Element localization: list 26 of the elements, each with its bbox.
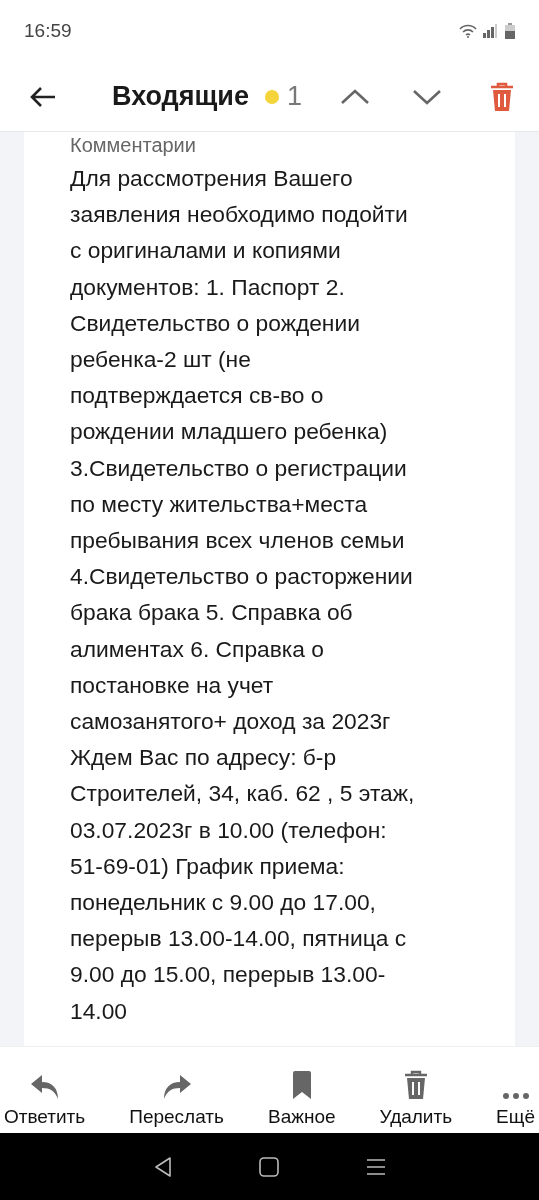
battery-icon	[505, 23, 515, 39]
trash-icon	[403, 1070, 428, 1100]
home-nav-icon[interactable]	[259, 1156, 280, 1177]
trash-icon[interactable]	[489, 81, 515, 112]
folder-title: Входящие	[112, 81, 249, 112]
action-button[interactable]: Ответить	[4, 1052, 86, 1128]
chevron-down-icon[interactable]	[411, 88, 442, 105]
wifi-icon	[459, 24, 477, 38]
action-button[interactable]: Переслать	[129, 1052, 224, 1128]
more-icon	[501, 1092, 530, 1100]
unread-dot-icon	[264, 89, 279, 104]
back-nav-icon[interactable]	[153, 1155, 174, 1178]
section-label: Комментарии	[70, 134, 197, 156]
bookmark-icon	[290, 1070, 313, 1100]
reply-icon	[29, 1074, 60, 1100]
forward-icon	[161, 1074, 192, 1100]
back-arrow-icon[interactable]	[30, 85, 56, 108]
unread-count: 1	[286, 81, 302, 112]
signal-icon	[483, 24, 499, 38]
chevron-up-icon[interactable]	[339, 88, 370, 105]
action-button[interactable]: Удалить	[379, 1052, 453, 1128]
status-time: 16:59	[24, 20, 72, 42]
menu-nav-icon[interactable]	[365, 1157, 386, 1176]
action-button[interactable]: Важное	[267, 1052, 336, 1128]
action-button[interactable]: Ещё	[496, 1052, 535, 1128]
message-body: Для рассмотрения Вашего заявления необходимо подойти с оригиналами и копиями документов: 1. Паспорт 2. Свидетельство о рождении ребенка-2 шт (не подтверждается св-во о рождении младшего ребенка) 3.Свидетельство о регистрации по месту жительства+места пребывания всех членов семьи 4.Свидетельство о расторжении брака брака 5. Справка об алиментах 6. Справка о постановке на учет самозанятого+ доход за 2023г Ждем Вас по адресу: б-р Строителей, 34, каб. 62 , 5 этаж, 03.07.2023г в 10.00 (телефон: 51-69-01) График приема: понедельник с 9.00 до 17.00, перерыв 13.00-14.00, пятница с 9.00 до 15.00, перерыв 13.00-14.00	[70, 164, 416, 1026]
